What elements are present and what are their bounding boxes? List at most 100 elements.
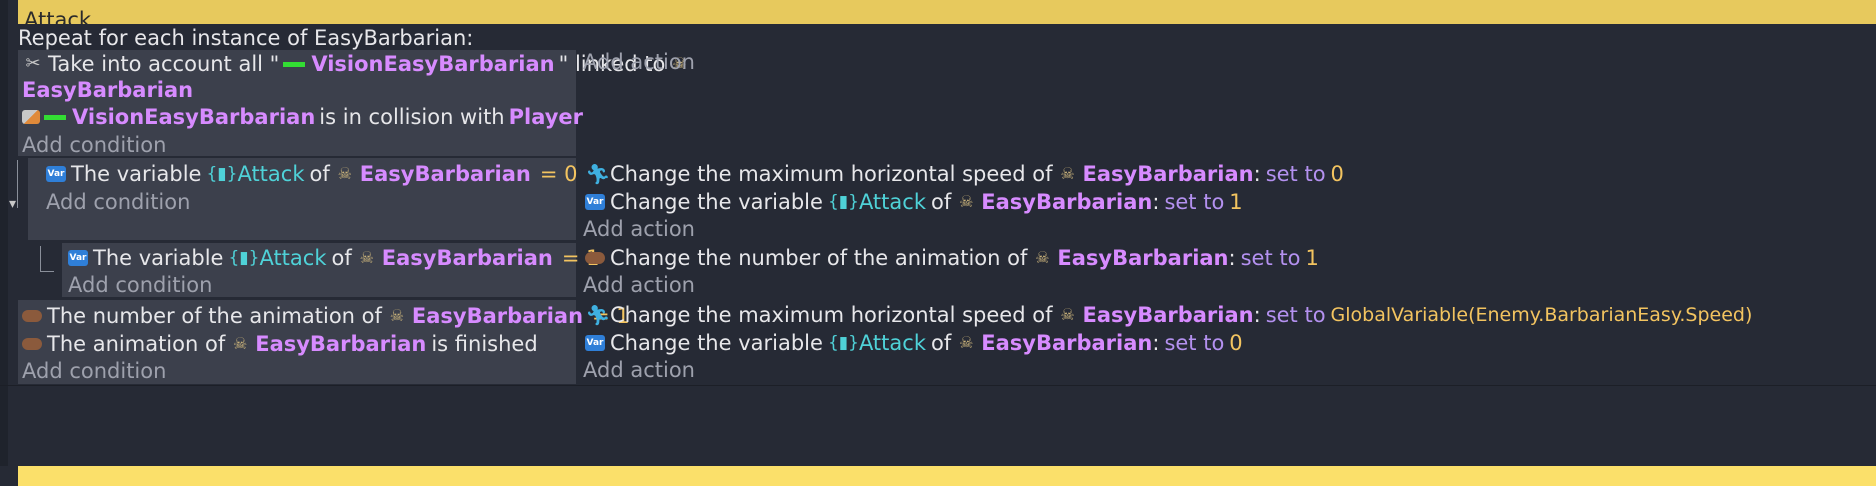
variable-icon: Var (585, 194, 605, 210)
barbarian-object-icon: ☠ (959, 333, 974, 352)
condition-animation-finished[interactable]: The animation of ☠ EasyBarbarian is fini… (22, 330, 538, 358)
condition-text: The number of the animation of (47, 304, 382, 328)
action-text: Change the maximum horizontal speed of (610, 162, 1053, 186)
condition-text: The animation of (47, 332, 226, 356)
action-change-variable[interactable]: Var Change the variable {▮} Attack of ☠ … (585, 329, 1243, 357)
vision-object-icon (283, 61, 306, 67)
add-action-button[interactable]: Add action (583, 48, 695, 76)
comparison-value: = 0 (539, 162, 578, 186)
add-condition-button[interactable]: Add condition (22, 357, 166, 385)
condition-link-continued: EasyBarbarian (22, 76, 193, 104)
object-name: Player (508, 105, 584, 129)
add-action-button[interactable]: Add action (583, 356, 695, 384)
animation-icon (22, 338, 42, 350)
action-value: 1 (1305, 246, 1319, 270)
runner-icon: 🏃︎ (585, 162, 611, 186)
collision-icon (22, 110, 40, 124)
variable-icon: Var (46, 166, 66, 182)
barbarian-object-icon: ☠ (337, 164, 352, 183)
object-name: EasyBarbarian (1082, 303, 1254, 327)
runner-icon: 🏃︎ (585, 303, 611, 327)
condition-text: Take into account all " (48, 52, 280, 76)
action-text: of (930, 190, 952, 214)
variable-brace-icon: {▮} (206, 164, 238, 184)
add-condition-button[interactable]: Add condition (68, 271, 212, 299)
barbarian-object-icon: ☠ (233, 334, 248, 353)
group-title: Attack (24, 8, 92, 25)
next-group-header[interactable] (18, 466, 1876, 486)
action-value: 1 (1229, 190, 1243, 214)
variable-icon: Var (585, 335, 605, 351)
animation-icon (22, 310, 42, 322)
colon: : (1253, 303, 1261, 327)
action-text: Change the variable (610, 331, 823, 355)
object-name: EasyBarbarian (411, 304, 584, 328)
variable-brace-icon: {▮} (827, 333, 859, 353)
operator-keyword: set to (1164, 190, 1225, 214)
barbarian-object-icon: ☠ (359, 248, 374, 267)
condition-text: The variable (71, 162, 202, 186)
condition-text: The variable (93, 246, 224, 270)
barbarian-object-icon: ☠ (1060, 164, 1075, 183)
barbarian-object-icon: ☠ (389, 306, 405, 325)
action-text: of (930, 331, 952, 355)
vision-object-icon (44, 114, 66, 120)
add-action-button[interactable]: Add action (583, 271, 695, 299)
tree-line (17, 160, 18, 208)
action-text: Change the number of the animation of (610, 246, 1028, 270)
variable-brace-icon: {▮} (228, 248, 260, 268)
condition-collision[interactable]: VisionEasyBarbarian is in collision with… (22, 103, 583, 131)
object-name: EasyBarbarian (981, 190, 1153, 214)
condition-text: is in collision with (319, 105, 505, 129)
operator-keyword: set to (1265, 162, 1326, 186)
action-change-animation[interactable]: Change the number of the animation of ☠ … (585, 244, 1319, 272)
variable-name: Attack (858, 331, 926, 355)
variable-brace-icon: {▮} (827, 192, 859, 212)
colon: : (1253, 162, 1261, 186)
animation-icon (585, 252, 605, 264)
add-condition-button[interactable]: Add condition (22, 131, 166, 159)
group-header[interactable]: Attack (18, 0, 1876, 24)
object-name: EasyBarbarian (255, 332, 427, 356)
collapse-arrow-icon[interactable]: ▾ (9, 196, 16, 212)
condition-animation-number[interactable]: The number of the animation of ☠ EasyBar… (22, 302, 630, 330)
object-name: EasyBarbarian (359, 162, 531, 186)
add-action-button[interactable]: Add action (583, 215, 695, 243)
colon: : (1152, 331, 1160, 355)
object-name: EasyBarbarian (22, 78, 194, 102)
add-condition-button[interactable]: Add condition (46, 188, 190, 216)
event-sheet-gutter (0, 0, 8, 466)
operator-keyword: set to (1240, 246, 1301, 270)
action-change-variable[interactable]: Var Change the variable {▮} Attack of ☠ … (585, 188, 1243, 216)
colon: : (1228, 246, 1236, 270)
link-icon: ✂ (25, 53, 41, 74)
variable-name: Attack (237, 162, 305, 186)
variable-name: Attack (259, 246, 327, 270)
tree-line (40, 246, 41, 272)
object-name: VisionEasyBarbarian (311, 52, 555, 76)
object-name: EasyBarbarian (1082, 162, 1254, 186)
action-max-speed[interactable]: 🏃︎ Change the maximum horizontal speed o… (585, 301, 1752, 329)
condition-text: of (331, 246, 352, 270)
repeat-header[interactable]: Repeat for each instance of EasyBarbaria… (18, 26, 473, 50)
object-name: VisionEasyBarbarian (72, 105, 316, 129)
operator-keyword: set to (1265, 303, 1326, 327)
action-value: GlobalVariable(Enemy.BarbarianEasy.Speed… (1330, 304, 1753, 326)
object-name: EasyBarbarian (1057, 246, 1229, 270)
barbarian-object-icon: ☠ (959, 192, 974, 211)
barbarian-object-icon: ☠ (1035, 248, 1050, 267)
variable-icon: Var (68, 250, 88, 266)
condition-text: of (309, 162, 330, 186)
condition-variable[interactable]: Var The variable {▮} Attack of ☠ EasyBar… (46, 160, 578, 188)
event-separator (0, 385, 1876, 386)
barbarian-object-icon: ☠ (1060, 305, 1075, 324)
operator-keyword: set to (1164, 331, 1225, 355)
tree-line (40, 271, 54, 272)
condition-variable[interactable]: Var The variable {▮} Attack of ☠ EasyBar… (68, 244, 600, 272)
action-max-speed[interactable]: 🏃︎ Change the maximum horizontal speed o… (585, 160, 1344, 188)
action-value: 0 (1229, 331, 1243, 355)
variable-name: Attack (858, 190, 926, 214)
colon: : (1152, 190, 1160, 214)
object-name: EasyBarbarian (381, 246, 553, 270)
action-text: Change the variable (610, 190, 823, 214)
